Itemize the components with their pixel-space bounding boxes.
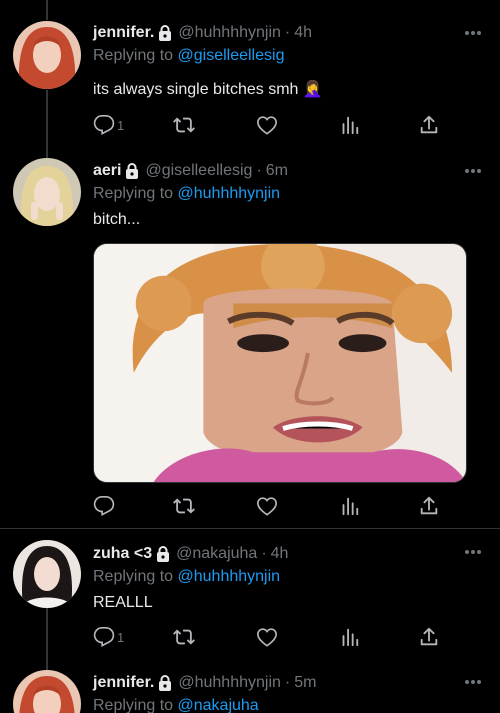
more-icon[interactable] xyxy=(464,679,482,685)
replying-label: Replying to xyxy=(93,47,174,64)
like-button[interactable] xyxy=(256,494,278,518)
avatar[interactable] xyxy=(13,158,81,226)
action-bar: 1 xyxy=(93,625,443,649)
thread-line-3 xyxy=(46,608,48,670)
tweet-divider xyxy=(0,528,500,529)
replying-label: Replying to xyxy=(93,697,174,713)
tweet-text: its always single bitches smh 🤦‍♀️ xyxy=(93,81,323,98)
tweet-text: REALLL xyxy=(93,594,153,611)
retweet-icon xyxy=(173,626,195,648)
share-button[interactable] xyxy=(418,113,440,137)
analytics-icon xyxy=(338,626,360,648)
replying-to: Replying to @huhhhhynjin xyxy=(93,183,484,205)
tweet-media-image[interactable] xyxy=(93,243,467,483)
reply-button[interactable]: 1 xyxy=(93,625,124,649)
display-name[interactable]: jennifer. xyxy=(93,674,154,692)
like-button[interactable] xyxy=(256,113,278,137)
share-button[interactable] xyxy=(418,494,440,518)
reply-icon xyxy=(93,114,115,136)
lock-icon xyxy=(125,163,139,179)
tweet-header: zuha <3 @nakajuha · 4h xyxy=(93,542,484,566)
lock-icon xyxy=(156,546,170,562)
tweet-header: jennifer. @huhhhhynjin · 4h xyxy=(93,21,484,45)
replying-to: Replying to @giselleellesig xyxy=(93,45,484,67)
reply-icon xyxy=(93,495,115,517)
analytics-button[interactable] xyxy=(338,113,360,137)
analytics-button[interactable] xyxy=(338,494,360,518)
mention-link[interactable]: @giselleellesig xyxy=(178,47,285,64)
action-bar xyxy=(93,494,443,518)
replying-label: Replying to xyxy=(93,568,174,585)
mention-link[interactable]: @nakajuha xyxy=(178,697,259,713)
analytics-button[interactable] xyxy=(338,625,360,649)
avatar[interactable] xyxy=(13,21,81,89)
display-name[interactable]: zuha <3 xyxy=(93,545,152,563)
tweet-header: jennifer. @huhhhhynjin · 5m xyxy=(93,671,484,695)
share-icon xyxy=(418,495,440,517)
reply-count: 1 xyxy=(117,629,125,645)
replying-to: Replying to @huhhhhynjin xyxy=(93,566,484,588)
retweet-icon xyxy=(173,114,195,136)
replying-to: Replying to @nakajuha xyxy=(93,695,484,713)
separator: · xyxy=(284,24,291,41)
retweet-icon xyxy=(173,495,195,517)
more-icon[interactable] xyxy=(464,30,482,36)
share-button[interactable] xyxy=(418,625,440,649)
like-icon xyxy=(256,114,278,136)
lock-icon xyxy=(158,675,172,691)
like-button[interactable] xyxy=(256,625,278,649)
replying-label: Replying to xyxy=(93,185,174,202)
retweet-button[interactable] xyxy=(173,113,195,137)
thread-line-1 xyxy=(46,90,48,158)
separator: · xyxy=(284,674,291,691)
mention-link[interactable]: @huhhhhynjin xyxy=(178,568,281,585)
separator: · xyxy=(256,162,262,179)
analytics-icon xyxy=(338,114,360,136)
retweet-button[interactable] xyxy=(173,625,195,649)
timestamp[interactable]: 4h xyxy=(294,24,312,42)
more-icon[interactable] xyxy=(464,168,482,174)
retweet-button[interactable] xyxy=(173,494,195,518)
reply-count: 1 xyxy=(117,117,125,133)
timestamp[interactable]: 6m xyxy=(266,162,288,180)
user-handle[interactable]: @nakajuha xyxy=(176,545,257,563)
avatar[interactable] xyxy=(13,670,81,713)
mention-link[interactable]: @huhhhhynjin xyxy=(178,185,281,202)
display-name[interactable]: aeri xyxy=(93,162,121,180)
reply-button[interactable]: 1 xyxy=(93,113,124,137)
user-handle[interactable]: @giselleellesig xyxy=(145,162,252,180)
separator: · xyxy=(261,545,267,562)
reply-icon xyxy=(93,626,115,648)
avatar[interactable] xyxy=(13,540,81,608)
timestamp[interactable]: 4h xyxy=(271,545,289,563)
like-icon xyxy=(256,626,278,648)
user-handle[interactable]: @huhhhhynjin xyxy=(178,24,281,42)
tweet-text: bitch... xyxy=(93,211,141,228)
share-icon xyxy=(418,114,440,136)
analytics-icon xyxy=(338,495,360,517)
timestamp[interactable]: 5m xyxy=(294,674,316,692)
like-icon xyxy=(256,495,278,517)
display-name[interactable]: jennifer. xyxy=(93,24,154,42)
tweet-header: aeri @giselleellesig · 6m xyxy=(93,159,484,183)
reply-button[interactable] xyxy=(93,494,117,518)
thread-line-top xyxy=(46,0,48,20)
lock-icon xyxy=(158,25,172,41)
share-icon xyxy=(418,626,440,648)
more-icon[interactable] xyxy=(464,549,482,555)
user-handle[interactable]: @huhhhhynjin xyxy=(178,674,281,692)
action-bar: 1 xyxy=(93,113,443,137)
